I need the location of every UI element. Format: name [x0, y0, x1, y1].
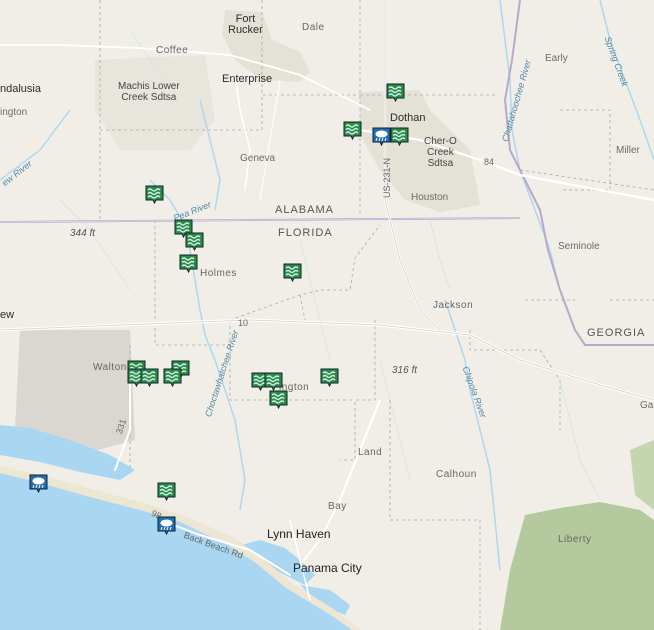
label-land: Land — [358, 447, 383, 458]
label-georgia: GEORGIA — [587, 327, 646, 339]
stream-gauge-icon[interactable] — [264, 372, 283, 391]
stream-gauge-icon[interactable] — [145, 185, 164, 204]
label-lynn-haven: Lynn Haven — [267, 527, 331, 541]
stream-gauge-icon[interactable] — [390, 127, 409, 146]
stream-gauge-icon[interactable] — [283, 263, 302, 282]
weather-station-icon[interactable] — [372, 127, 391, 146]
stream-gauge-icon[interactable] — [269, 390, 288, 409]
label-machis: Machis Lower Creek Sdtsa — [118, 81, 180, 103]
label-alabama: ALABAMA — [275, 204, 334, 216]
label-miller: Miller — [616, 145, 640, 156]
label-seminole: Seminole — [558, 241, 600, 252]
label-bay: Bay — [328, 501, 347, 512]
label-dale: Dale — [302, 22, 325, 33]
label-enterprise: Enterprise — [222, 73, 273, 85]
label-fort-rucker: Fort Rucker — [228, 13, 263, 36]
label-andalusia: ndalusia — [0, 83, 41, 95]
label-holmes: Holmes — [200, 268, 237, 279]
label-geneva: Geneva — [240, 153, 276, 164]
label-cher-o: Cher-O Creek Sdtsa — [424, 136, 457, 169]
label-hwy-10: 10 — [238, 318, 249, 328]
label-jackson: Jackson — [433, 300, 474, 311]
label-liberty: Liberty — [558, 534, 592, 545]
weather-station-icon[interactable] — [29, 474, 48, 493]
label-coffee: Coffee — [156, 45, 189, 56]
stream-gauge-icon[interactable] — [185, 232, 204, 251]
label-houston: Houston — [411, 192, 449, 203]
label-ga: Ga — [640, 400, 654, 411]
stream-gauge-icon[interactable] — [320, 368, 339, 387]
label-elev-316: 316 ft — [392, 365, 418, 376]
stream-gauge-icon[interactable] — [179, 254, 198, 273]
label-dothan: Dothan — [390, 112, 426, 124]
stream-gauge-icon[interactable] — [140, 368, 159, 387]
label-ew: ew — [0, 309, 15, 321]
label-elev-344: 344 ft — [70, 228, 96, 239]
stream-gauge-icon[interactable] — [163, 368, 182, 387]
stream-gauge-icon[interactable] — [386, 83, 405, 102]
label-walton: Walton — [93, 362, 127, 373]
label-hwy-84: 84 — [484, 157, 495, 167]
label-panama-city: Panama City — [293, 561, 362, 575]
weather-station-icon[interactable] — [157, 516, 176, 535]
stream-gauge-icon[interactable] — [157, 482, 176, 501]
label-early: Early — [545, 53, 568, 64]
label-hwy-us231: US-231-N — [382, 157, 392, 198]
label-ington-left: ington — [0, 107, 28, 118]
stream-gauge-icon[interactable] — [343, 121, 362, 140]
label-calhoun: Calhoun — [436, 469, 477, 480]
label-florida: FLORIDA — [278, 227, 333, 239]
